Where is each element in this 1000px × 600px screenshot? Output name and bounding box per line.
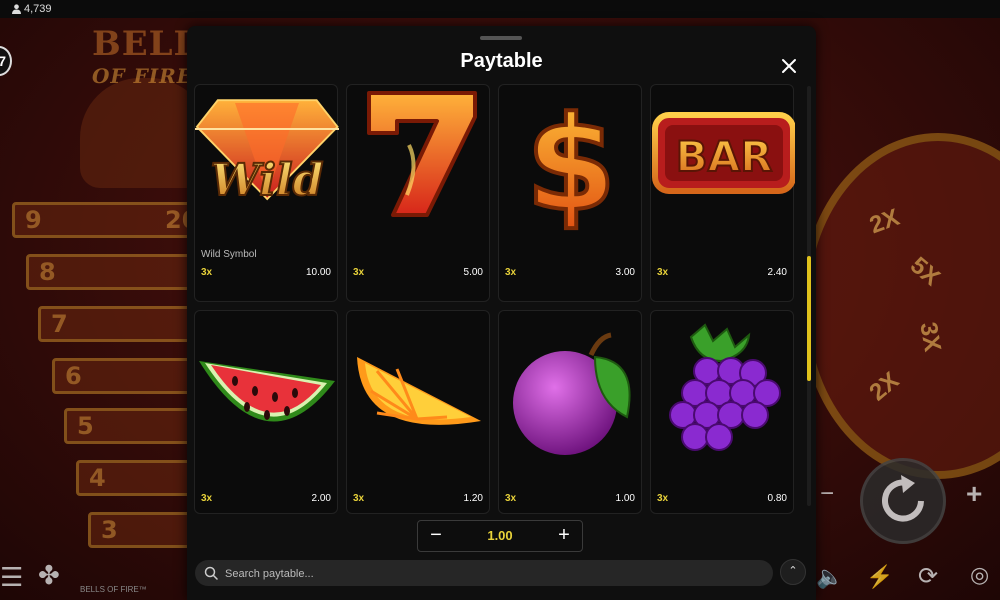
wheel-label: 3X — [914, 320, 947, 354]
symbol-card-dollar: $ 3x 3.00 — [498, 84, 642, 302]
symbol-value: 1.20 — [463, 493, 483, 504]
symbol-value: 0.80 — [767, 493, 787, 504]
modal-title: Paytable — [460, 50, 543, 72]
autoplay-icon[interactable]: ⟳ — [918, 562, 938, 591]
coins-icon[interactable]: ◎ — [970, 562, 989, 588]
scrollbar[interactable] — [807, 86, 811, 506]
svg-text:BAR: BAR — [676, 132, 773, 181]
symbol-card-seven: 3x 5.00 — [346, 84, 490, 302]
symbol-name: Wild Symbol — [201, 249, 257, 260]
scrollbar-thumb[interactable] — [807, 256, 811, 381]
symbol-multiplier: 3x — [201, 267, 213, 278]
symbol-card-watermelon: 3x 2.00 — [194, 310, 338, 514]
increase-button[interactable]: + — [546, 521, 582, 551]
bet-minus-icon[interactable]: − — [820, 480, 834, 508]
symbol-multiplier: 3x — [657, 267, 669, 278]
wild-diamond-icon: Wild — [195, 99, 339, 207]
multiplier-row: 7 — [38, 306, 198, 342]
symbol-multiplier: 3x — [505, 267, 517, 278]
multiplier-row: 9 20 — [12, 202, 202, 238]
bet-value: 1.00 — [487, 528, 513, 543]
chevron-up-icon: ⌃ — [788, 565, 798, 577]
symbol-multiplier: 3x — [505, 493, 517, 504]
status-bar: 4,739 — [0, 0, 1000, 18]
close-icon[interactable] — [779, 56, 799, 76]
symbol-value: 2.40 — [767, 267, 787, 278]
drag-handle[interactable] — [480, 36, 522, 40]
search-input[interactable] — [223, 560, 757, 588]
bonus-wheel — [800, 133, 1000, 479]
paytable-modal: Paytable Wild Wild Symbol 3x 10.00 3x 5.… — [187, 26, 816, 600]
decrease-button[interactable]: − — [418, 521, 454, 551]
bet-plus-icon[interactable]: + — [966, 478, 982, 510]
symbol-card-wild: Wild Wild Symbol 3x 10.00 — [194, 84, 339, 302]
orange-icon — [357, 357, 481, 425]
multiplier-row: 5 — [64, 408, 204, 444]
sound-mute-icon[interactable]: 🔈 — [816, 564, 843, 590]
bet-stepper: − 1.00 + — [417, 520, 583, 552]
multiplier-row: 6 — [52, 358, 202, 394]
person-icon — [12, 4, 21, 14]
symbol-value: 5.00 — [463, 267, 483, 278]
seven-icon — [367, 91, 477, 217]
game-name: BELLS OF FIRE™ — [80, 585, 147, 594]
symbol-value: 1.00 — [615, 493, 635, 504]
plum-icon — [513, 332, 631, 455]
bar-icon: BAR — [652, 112, 795, 194]
dollar-icon: $ — [524, 86, 618, 235]
balance-text: 4,739 — [24, 3, 52, 15]
symbol-multiplier: 3x — [201, 493, 213, 504]
symbol-multiplier: 3x — [657, 493, 669, 504]
svg-text:$: $ — [526, 88, 616, 235]
paytable-grid[interactable]: Wild Wild Symbol 3x 10.00 3x 5.00 $ 3x 3… — [194, 84, 808, 514]
svg-text:Wild: Wild — [211, 155, 324, 206]
symbol-value: 2.00 — [311, 493, 331, 504]
symbol-card-grapes: 3x 0.80 — [650, 310, 794, 514]
search-bar — [195, 560, 773, 588]
watermelon-icon — [199, 361, 335, 422]
search-icon — [204, 566, 218, 580]
symbol-value: 10.00 — [305, 267, 331, 278]
symbol-value: 3.00 — [615, 267, 635, 278]
symbol-multiplier: 3x — [353, 493, 365, 504]
spin-icon — [882, 475, 924, 522]
grapes-icon — [669, 323, 781, 451]
symbol-card-bar: BAR 3x 2.40 — [650, 84, 795, 302]
symbol-multiplier: 3x — [353, 267, 365, 278]
symbol-card-plum: 3x 1.00 — [498, 310, 642, 514]
menu-icon[interactable]: ☰ — [0, 562, 23, 593]
symbol-card-orange: 3x 1.20 — [346, 310, 490, 514]
scroll-top-button[interactable]: ⌃ — [780, 559, 806, 585]
turbo-icon[interactable]: ⚡ — [866, 564, 893, 590]
side-badge[interactable]: 7 — [0, 46, 12, 76]
spin-button[interactable] — [860, 458, 946, 544]
paytable-icon[interactable]: ✤ — [38, 560, 60, 591]
multiplier-row: 8 — [26, 254, 196, 290]
